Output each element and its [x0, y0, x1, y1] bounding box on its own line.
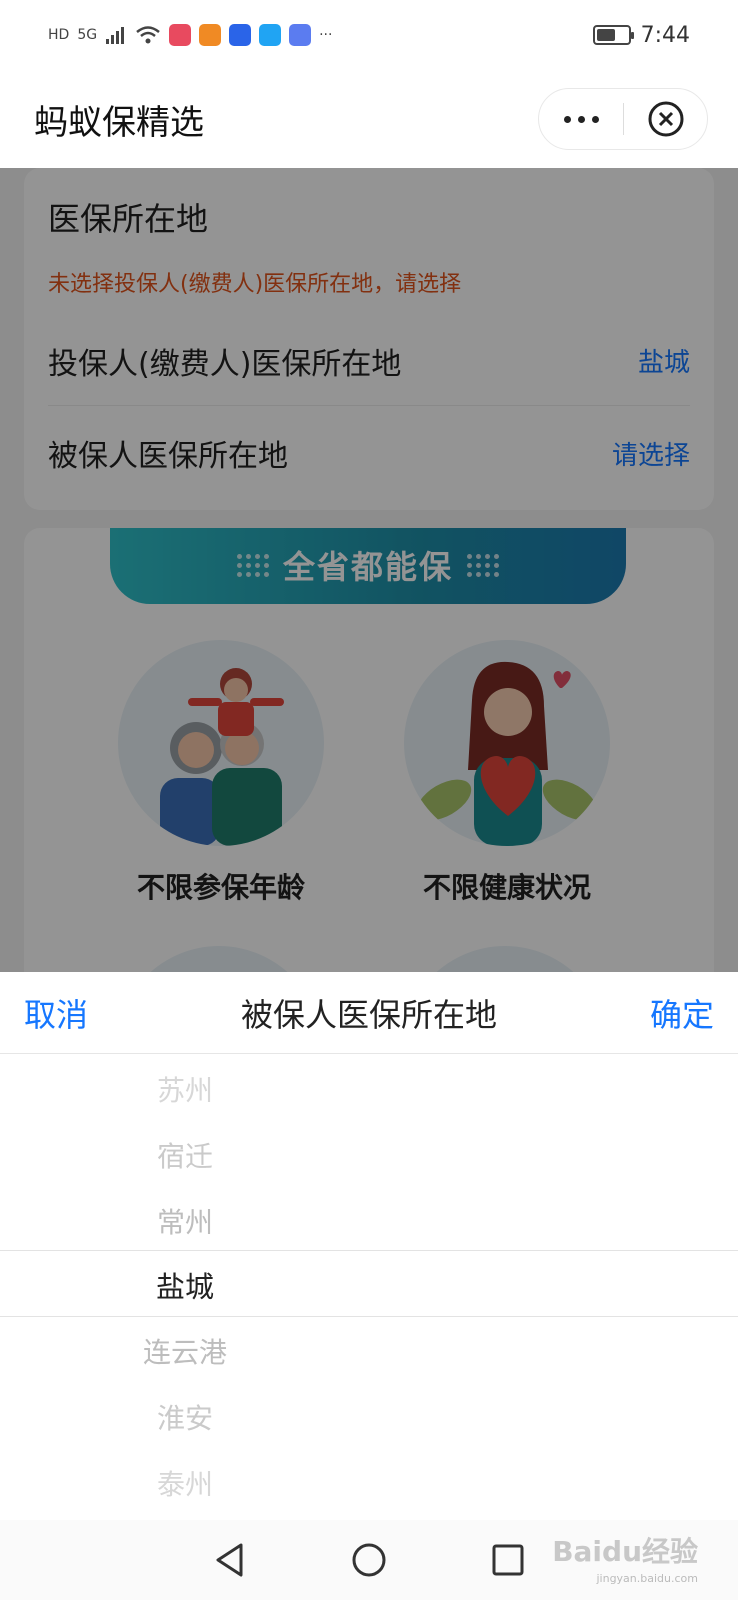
- picker-option[interactable]: 泰州: [0, 1450, 370, 1516]
- picker-header: 取消 被保人医保所在地 确定: [0, 972, 738, 1054]
- app-notification-icon: [169, 24, 192, 46]
- recents-square-icon: [492, 1544, 524, 1576]
- recents-button[interactable]: [478, 1530, 538, 1590]
- close-circle-icon: [648, 101, 683, 137]
- cancel-button[interactable]: 取消: [24, 990, 88, 1036]
- baidu-watermark: Baidu经验: [552, 1535, 698, 1568]
- picker-option[interactable]: 常州: [0, 1188, 370, 1254]
- app-notification-icon: [289, 24, 312, 46]
- more-dot-icon: [577, 115, 585, 123]
- picker-option[interactable]: 苏州: [0, 1056, 370, 1122]
- picker-option[interactable]: 淮安: [0, 1384, 370, 1450]
- more-button[interactable]: [539, 89, 623, 149]
- more-notifications: ···: [319, 27, 333, 43]
- network-5g-indicator: 5G: [77, 27, 98, 43]
- location-picker: 取消 被保人医保所在地 确定 苏州 宿迁 常州 盐城 连云港 淮安 泰州: [0, 972, 738, 1520]
- picker-options[interactable]: 苏州 宿迁 常州 盐城 连云港 淮安 泰州: [0, 1054, 738, 1520]
- picker-option-selected[interactable]: 盐城: [0, 1252, 370, 1318]
- status-right: 7:44: [592, 22, 690, 48]
- battery-icon: [592, 25, 634, 45]
- clock: 7:44: [640, 22, 690, 48]
- close-button[interactable]: [624, 100, 707, 138]
- more-dot-icon: [591, 115, 599, 123]
- picker-title: 被保人医保所在地: [240, 995, 497, 1034]
- app-notification-icon: [229, 24, 252, 46]
- status-bar: HD 5G ··· 7:44: [0, 0, 738, 70]
- back-button[interactable]: [200, 1530, 260, 1590]
- app-notification-icon: [199, 24, 222, 46]
- signal-icon: [106, 27, 125, 44]
- confirm-button[interactable]: 确定: [650, 990, 714, 1036]
- page-title: 蚂蚁保精选: [34, 102, 204, 143]
- wifi-icon: [136, 26, 160, 44]
- picker-option[interactable]: 宿迁: [0, 1122, 370, 1188]
- mini-program-header: 蚂蚁保精选: [0, 70, 738, 168]
- back-triangle-icon: [216, 1543, 243, 1577]
- more-dot-icon: [563, 115, 571, 123]
- capsule-menu: [538, 88, 708, 150]
- picker-option[interactable]: 连云港: [0, 1318, 370, 1384]
- home-button[interactable]: [339, 1530, 399, 1590]
- baidu-watermark-url: jingyan.baidu.com: [596, 1572, 698, 1585]
- battery-fill: [596, 29, 615, 41]
- selection-line: [0, 1316, 738, 1317]
- modal-overlay[interactable]: [0, 168, 738, 972]
- app-notification-icon: [259, 24, 282, 46]
- status-icons: HD 5G ···: [48, 24, 332, 46]
- hd-indicator: HD: [48, 27, 70, 43]
- selection-line: [0, 1250, 738, 1251]
- home-circle-icon: [352, 1543, 386, 1577]
